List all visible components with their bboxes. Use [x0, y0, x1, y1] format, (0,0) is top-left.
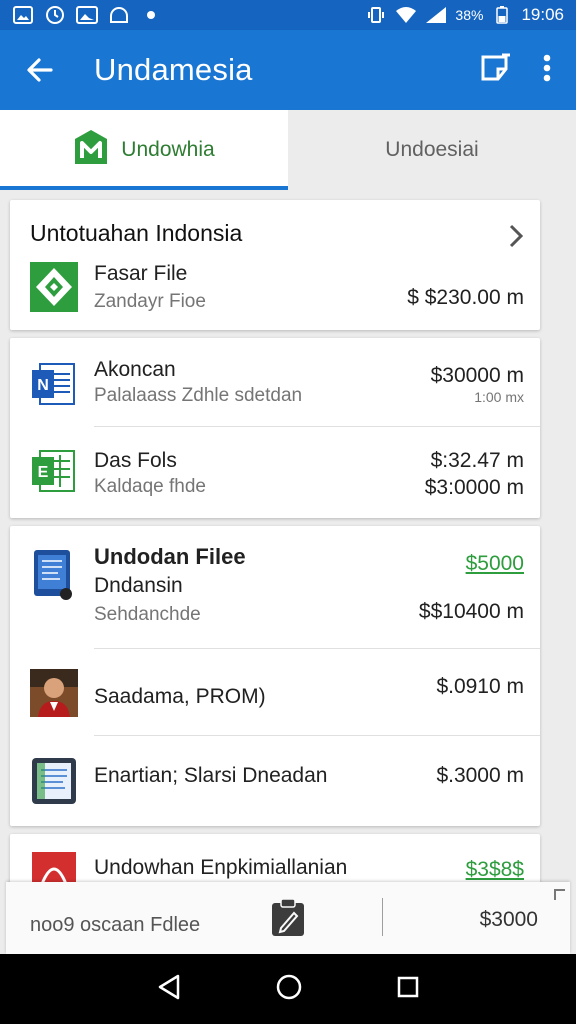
file-thumbnail-icon	[30, 262, 78, 312]
tablet-document-icon	[30, 548, 78, 600]
more-options-icon[interactable]	[542, 53, 552, 88]
list-item[interactable]: Saadama, PROM) $.0910 m	[10, 649, 540, 735]
svg-text:N: N	[37, 377, 49, 394]
card-section-2: N Akoncan Palalaass Zdhle sdetdan $30000…	[10, 338, 540, 518]
battery-icon	[491, 6, 513, 24]
list-item[interactable]: Fasar File Zandayr Fioe $ $230.00 m	[10, 258, 540, 328]
file-name: Undodan Filee	[94, 544, 246, 569]
tab-undoesiai[interactable]: Undoesiai	[288, 110, 576, 190]
signal-icon	[425, 6, 447, 24]
contact-avatar	[30, 669, 78, 719]
back-arrow-icon[interactable]	[16, 46, 64, 94]
file-amount: $30000 m	[430, 364, 524, 387]
file-amount-secondary: 1:00 mx	[474, 389, 524, 405]
spreadsheet-icon: E	[30, 447, 78, 497]
file-subtitle: Sehdanchde	[94, 604, 201, 625]
nav-recents-icon[interactable]	[396, 975, 420, 1004]
bottom-bar-amount: $3000	[479, 908, 538, 931]
clock-time: 19:06	[521, 5, 564, 24]
card-section-3: Undodan Filee Dndansin Sehdanchde $5000 …	[10, 526, 540, 826]
file-amount: $.0910 m	[436, 675, 524, 698]
card-section-1: Untotuahan Indonsia Fasar File Zandayr F…	[10, 200, 540, 330]
file-amount: $:32.47 m	[430, 449, 524, 472]
file-subtitle: Zandayr Fioe	[94, 291, 206, 312]
dot-notification-icon	[140, 6, 162, 24]
list-item[interactable]: Enartian; Slarsi Dneadan $.3000 m	[10, 736, 540, 824]
bottom-action-bar: noo9 oscaan Fdlee $3000	[6, 882, 570, 954]
nav-home-icon[interactable]	[275, 973, 303, 1006]
file-amount: $ $230.00 m	[407, 286, 524, 309]
vibrate-icon	[365, 6, 387, 24]
status-bar: 38% 19:06	[0, 0, 576, 30]
bottom-bar-divider	[382, 898, 383, 936]
file-amount-secondary: $3:0000 m	[424, 476, 524, 499]
clock-notification-icon	[44, 6, 66, 24]
tab-label: Undowhia	[121, 138, 215, 161]
screen-document-icon	[30, 756, 78, 806]
image-notification-icon	[12, 6, 34, 24]
file-name: Fasar File	[94, 262, 188, 285]
system-navigation-bar	[0, 954, 576, 1024]
amount-link[interactable]: $5000	[466, 552, 524, 576]
section-title: Untotuahan Indonsia	[30, 220, 243, 246]
cloud-notification-icon	[108, 6, 130, 24]
contact-name: Saadama, PROM)	[94, 685, 266, 708]
list-item[interactable]: Undodan Filee Dndansin Sehdanchde $5000 …	[10, 526, 540, 648]
file-name-secondary: Dndansin	[94, 574, 183, 597]
photo-notification-icon	[76, 6, 98, 24]
edit-note-icon[interactable]	[480, 53, 512, 88]
bottom-bar-text: noo9 oscaan Fdlee	[30, 914, 201, 936]
page-title: Undamesia	[94, 52, 253, 87]
clipboard-edit-icon[interactable]	[270, 898, 306, 943]
corner-marker-icon	[554, 888, 566, 906]
list-item[interactable]: E Das Fols Kaldaqe fhde $:32.47 m $3:000…	[10, 427, 540, 517]
file-subtitle: Palalaass Zdhle sdetdan	[94, 385, 303, 406]
wifi-icon	[395, 6, 417, 24]
app-bar: Undamesia	[0, 30, 576, 110]
tab-undowhia[interactable]: Undowhia	[0, 110, 288, 190]
tab-label: Undoesiai	[385, 138, 479, 161]
nav-back-icon[interactable]	[156, 973, 182, 1006]
file-name: Das Fols	[94, 449, 177, 472]
file-name: Undowhan Enpkimiallanian	[94, 856, 348, 879]
amount-link[interactable]: $3$8$	[466, 858, 524, 882]
battery-percentage: 38%	[455, 7, 484, 23]
file-name: Akoncan	[94, 358, 176, 381]
file-name: Enartian; Slarsi Dneadan	[94, 764, 328, 787]
word-document-icon: N	[30, 360, 78, 410]
app-logo-icon	[73, 129, 109, 171]
tab-bar: Undowhia Undoesiai	[0, 110, 576, 190]
file-amount: $$10400 m	[418, 600, 524, 623]
list-item[interactable]: N Akoncan Palalaass Zdhle sdetdan $30000…	[10, 338, 540, 426]
file-amount: $.3000 m	[436, 764, 524, 787]
chevron-right-icon[interactable]	[508, 224, 524, 253]
file-subtitle: Kaldaqe fhde	[94, 476, 206, 497]
svg-text:E: E	[38, 464, 49, 481]
